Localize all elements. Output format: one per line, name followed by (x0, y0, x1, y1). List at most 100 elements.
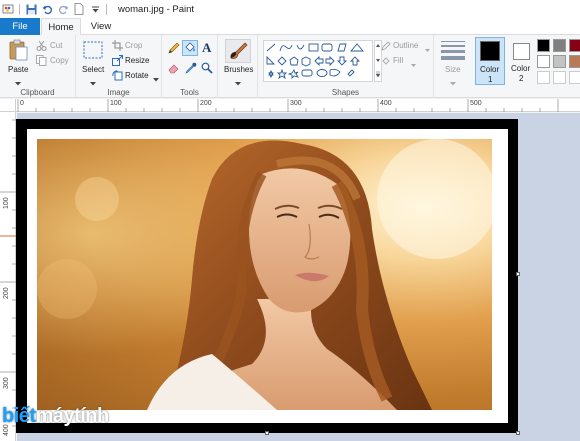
tools-group: A Tools (162, 35, 218, 98)
color2-label-line2: 2 (519, 74, 524, 83)
size-button[interactable]: Size (445, 65, 461, 74)
palette-color-empty[interactable] (537, 71, 550, 84)
paste-icon[interactable] (8, 39, 28, 63)
cut-button[interactable]: Cut (50, 41, 62, 50)
outline-icon[interactable] (381, 41, 391, 53)
size-icon[interactable] (441, 40, 465, 62)
fill-dropdown-arrow-icon[interactable] (411, 59, 416, 69)
save-icon[interactable] (25, 3, 37, 15)
horizontal-ruler: 0 100 200 300 400 500 (16, 99, 580, 112)
tab-home[interactable]: Home (41, 18, 81, 36)
resize-button[interactable]: Resize (125, 56, 149, 65)
photo-content (37, 139, 492, 410)
canvas-resize-handle-right[interactable] (516, 272, 520, 276)
ribbon: Paste Cut Copy Clipboard Select Crop Res… (0, 35, 580, 98)
clipboard-group: Paste Cut Copy Clipboard (0, 35, 76, 98)
brushes-icon[interactable] (225, 39, 251, 63)
brushes-button[interactable]: Brushes (224, 65, 253, 74)
palette-color-light-gray[interactable] (553, 55, 566, 68)
ruler-label: 300 (3, 377, 10, 389)
palette-color-empty[interactable] (569, 71, 580, 84)
colors-group: Color 1 Color 2 (472, 35, 580, 98)
ruler-label: 200 (200, 100, 212, 107)
rotate-icon[interactable] (112, 70, 123, 83)
ruler-label: 200 (3, 287, 10, 299)
color2-button[interactable]: Color 2 (508, 37, 536, 85)
color1-button[interactable]: Color 1 (475, 37, 505, 85)
brushes-dropdown-arrow-icon[interactable] (235, 78, 241, 88)
ruler-label: 300 (290, 100, 302, 107)
paint-app-icon[interactable] (2, 3, 14, 15)
canvas-resize-handle-bottom[interactable] (265, 431, 269, 435)
customize-toolbar-icon[interactable] (89, 3, 101, 15)
paste-button[interactable]: Paste (8, 65, 28, 74)
clipboard-group-label: Clipboard (20, 88, 55, 97)
tab-view[interactable]: View (88, 18, 114, 35)
paste-dropdown-arrow-icon[interactable] (15, 78, 21, 88)
ribbon-tabs: File Home View (0, 18, 580, 36)
fill-bucket-icon[interactable] (182, 40, 198, 56)
palette-color-gray[interactable] (553, 39, 566, 52)
watermark-logo: biếtmáytính (2, 405, 109, 428)
tab-file[interactable]: File (0, 18, 40, 35)
color1-label-line1: Color (480, 65, 500, 74)
copy-icon[interactable] (36, 55, 47, 68)
resize-icon[interactable] (112, 55, 123, 68)
palette-color-black[interactable] (537, 39, 550, 52)
pencil-icon[interactable] (168, 42, 180, 56)
rotate-dropdown-arrow-icon[interactable] (153, 74, 159, 84)
fill-icon[interactable] (381, 56, 391, 68)
image-group: Select Crop Resize Rotate Image (76, 35, 162, 98)
vertical-ruler-ticks (0, 119, 16, 427)
canvas-resize-handle-corner[interactable] (516, 431, 520, 435)
copy-button[interactable]: Copy (50, 56, 69, 65)
photo-woman-portrait[interactable] (37, 139, 492, 410)
tools-group-label: Tools (180, 88, 199, 97)
crop-icon[interactable] (112, 40, 123, 53)
toolbar-separator (19, 3, 20, 15)
redo-icon[interactable] (57, 3, 69, 15)
color1-swatch (480, 41, 500, 61)
outline-button[interactable]: Outline (393, 41, 418, 50)
svg-text:A: A (202, 41, 212, 54)
palette-color-white[interactable] (537, 55, 550, 68)
text-tool-icon[interactable]: A (201, 40, 213, 56)
ruler-label: 100 (110, 100, 122, 107)
shapes-group-label: Shapes (331, 88, 360, 97)
color2-label-line1: Color (511, 64, 531, 73)
ruler-label: 500 (470, 100, 482, 107)
color-picker-icon[interactable] (185, 62, 197, 76)
outline-dropdown-arrow-icon[interactable] (425, 44, 430, 54)
select-icon[interactable] (83, 41, 103, 61)
ruler-label: 100 (3, 197, 10, 209)
fill-button[interactable]: Fill (393, 56, 403, 65)
palette-color-dark-red[interactable] (569, 39, 580, 52)
window-title: woman.jpg - Paint (118, 3, 195, 15)
title-bar: woman.jpg - Paint (0, 0, 580, 18)
image-group-label: Image (107, 88, 130, 97)
color2-swatch (513, 43, 530, 60)
cut-icon[interactable] (36, 40, 47, 53)
size-group: Size (434, 35, 472, 98)
palette-color-brown[interactable] (569, 55, 580, 68)
shapes-group: Outline Fill Shapes (258, 35, 434, 98)
select-dropdown-arrow-icon[interactable] (90, 78, 96, 88)
watermark-part1: biết (2, 405, 36, 427)
color1-label-line2: 1 (488, 75, 493, 84)
ruler-label: 0 (20, 100, 24, 107)
palette-color-empty[interactable] (553, 71, 566, 84)
brushes-group: Brushes (218, 35, 258, 98)
rotate-button[interactable]: Rotate (125, 71, 149, 80)
magnifier-icon[interactable] (201, 62, 213, 76)
eraser-icon[interactable] (168, 62, 180, 76)
crop-button[interactable]: Crop (125, 41, 142, 50)
new-document-icon[interactable] (73, 3, 85, 15)
ruler-corner (0, 99, 16, 112)
shapes-gallery[interactable] (263, 40, 373, 82)
size-dropdown-arrow-icon[interactable] (450, 78, 456, 88)
select-button[interactable]: Select (82, 65, 104, 74)
toolbar-separator (106, 3, 107, 15)
ruler-label: 400 (380, 100, 392, 107)
quick-access-toolbar (0, 0, 110, 18)
undo-icon[interactable] (41, 3, 53, 15)
